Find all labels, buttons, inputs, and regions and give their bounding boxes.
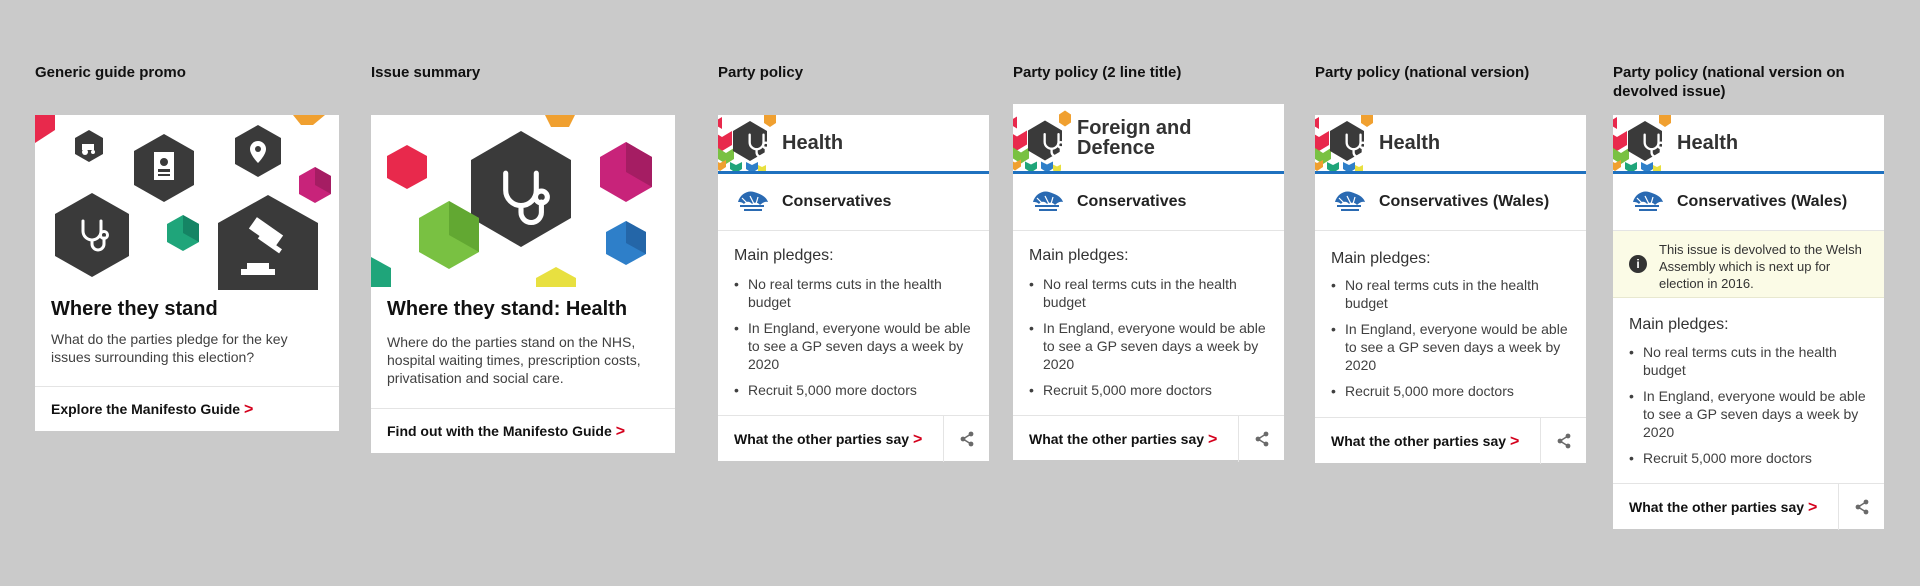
policy-header: Health (1315, 115, 1586, 174)
column-title: Generic guide promo (35, 64, 186, 81)
column-title: Party policy (718, 64, 804, 81)
promo-title: Where they stand (51, 298, 218, 320)
issue-title: Health (782, 132, 844, 154)
pledges-heading: Main pledges: (1629, 316, 1729, 333)
policy-footer: What the other parties say > (1613, 483, 1884, 530)
issue-title: Health (1677, 132, 1739, 154)
issue-summary-title: Where they stand: Health (387, 298, 628, 320)
chevron-right-icon: > (244, 401, 254, 418)
pledges-heading: Main pledges: (1331, 250, 1431, 267)
column-title: Party policy (national version) (1315, 64, 1530, 81)
chevron-right-icon: > (615, 423, 626, 440)
column-title: Party policy (national version on devolv… (1613, 64, 1845, 100)
info-icon: i (1629, 255, 1647, 273)
conservative-logo-icon (1629, 188, 1665, 216)
share-button[interactable] (1540, 418, 1586, 464)
list-item: In England, everyone would be able to se… (1331, 320, 1572, 374)
pledges-list: No real terms cuts in the health budget … (1029, 275, 1270, 407)
other-parties-label: What the other parties say (1331, 433, 1507, 449)
find-out-guide-label: Find out with the Manifesto Guide (387, 423, 612, 439)
explore-guide-label: Explore the Manifesto Guide (51, 401, 241, 417)
policy-header: Health (718, 115, 989, 174)
pledges-list: No real terms cuts in the health budget … (734, 275, 975, 407)
other-parties-link[interactable]: What the other parties say > (1331, 433, 1519, 451)
defence-hex-icon (1013, 104, 1077, 171)
other-parties-link[interactable]: What the other parties say > (1029, 431, 1217, 449)
policy-footer: What the other parties say > (1013, 415, 1284, 462)
devolved-notice: i This issue is devolved to the Welsh As… (1613, 231, 1884, 298)
other-parties-label: What the other parties say (1629, 499, 1805, 515)
list-item: Recruit 5,000 more doctors (1331, 382, 1572, 400)
issue-title: Foreign and Defence (1077, 116, 1192, 159)
conservative-logo-icon (1029, 188, 1065, 216)
policy-footer: What the other parties say > (1315, 417, 1586, 464)
issue-title: Health (1379, 132, 1441, 154)
list-item: In England, everyone would be able to se… (1629, 387, 1870, 441)
policy-header: Health (1613, 115, 1884, 174)
party-name: Conservatives (782, 193, 892, 210)
list-item: In England, everyone would be able to se… (734, 319, 975, 373)
party-name: Conservatives (Wales) (1677, 193, 1848, 210)
issue-summary-card[interactable]: Where they stand: Health Where do the pa… (371, 115, 675, 453)
promo-description: What do the parties pledge for the key i… (51, 331, 288, 365)
chevron-right-icon: > (1208, 431, 1218, 448)
other-parties-label: What the other parties say (734, 431, 910, 447)
column-title: Party policy (2 line title) (1013, 64, 1182, 81)
column-title: Issue summary (371, 64, 481, 81)
share-icon (1854, 499, 1870, 515)
chevron-right-icon: > (1808, 499, 1818, 516)
issue-hex-illustration (371, 115, 652, 287)
list-item: No real terms cuts in the health budget (734, 275, 975, 311)
promo-card[interactable]: Where they stand What do the parties ple… (35, 115, 339, 431)
promo-hex-illustration (35, 115, 331, 290)
share-button[interactable] (1838, 484, 1884, 530)
chevron-right-icon: > (913, 431, 923, 448)
other-parties-link[interactable]: What the other parties say > (734, 431, 922, 449)
party-row: Conservatives (718, 174, 989, 231)
other-parties-link[interactable]: What the other parties say > (1629, 499, 1817, 517)
conservative-logo-icon (734, 188, 770, 216)
chevron-right-icon: > (1510, 433, 1520, 450)
policy-card: Health Conservatives Main pledges: No re… (718, 115, 989, 462)
party-row: Conservatives (Wales) (1613, 174, 1884, 231)
policy-card: Health Conservatives (Wales) i This issu… (1613, 115, 1884, 530)
share-icon (1254, 431, 1270, 447)
party-name: Conservatives (1077, 193, 1187, 210)
list-item: No real terms cuts in the health budget (1029, 275, 1270, 311)
id-card-icon (154, 152, 174, 180)
health-hex-icon (1315, 115, 1379, 171)
devolved-notice-text: This issue is devolved to the Welsh Asse… (1659, 242, 1862, 291)
find-out-guide-link[interactable]: Find out with the Manifesto Guide > (371, 408, 675, 453)
policy-card: Health Conservatives (Wales) Main pledge… (1315, 115, 1586, 464)
health-hex-icon (1613, 115, 1677, 171)
list-item: Recruit 5,000 more doctors (1029, 381, 1270, 399)
list-item: No real terms cuts in the health budget (1331, 276, 1572, 312)
party-row: Conservatives (Wales) (1315, 174, 1586, 231)
share-icon (1556, 433, 1572, 449)
health-hex-icon (718, 115, 782, 171)
conservative-logo-icon (1331, 188, 1367, 216)
other-parties-label: What the other parties say (1029, 431, 1205, 447)
explore-guide-link[interactable]: Explore the Manifesto Guide > (35, 386, 339, 431)
list-item: In England, everyone would be able to se… (1029, 319, 1270, 373)
policy-footer: What the other parties say > (718, 415, 989, 462)
pledges-heading: Main pledges: (1029, 247, 1129, 264)
share-icon (959, 431, 975, 447)
pledges-list: No real terms cuts in the health budget … (1331, 276, 1572, 408)
policy-header: Foreign and Defence (1013, 104, 1284, 174)
list-item: No real terms cuts in the health budget (1629, 343, 1870, 379)
list-item: Recruit 5,000 more doctors (734, 381, 975, 399)
share-button[interactable] (943, 416, 989, 462)
list-item: Recruit 5,000 more doctors (1629, 449, 1870, 467)
pledges-heading: Main pledges: (734, 247, 834, 264)
party-row: Conservatives (1013, 174, 1284, 231)
policy-card: Foreign and Defence Conservatives Main p… (1013, 104, 1284, 462)
pledges-list: No real terms cuts in the health budget … (1629, 343, 1870, 475)
share-button[interactable] (1238, 416, 1284, 462)
issue-summary-description: Where do the parties stand on the NHS, h… (387, 334, 641, 386)
party-name: Conservatives (Wales) (1379, 193, 1550, 210)
